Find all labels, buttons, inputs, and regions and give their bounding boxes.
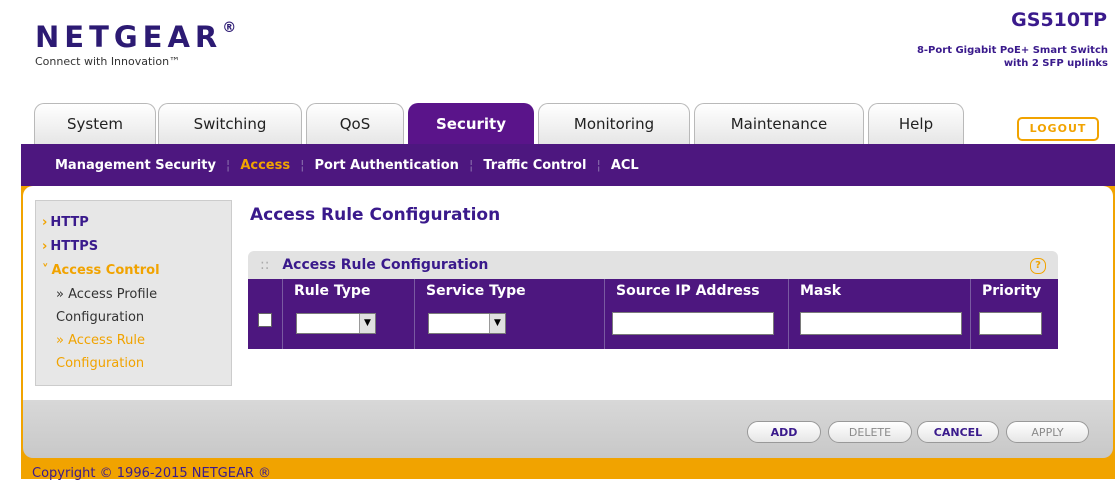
subnav-management-security[interactable]: Management Security bbox=[55, 158, 216, 173]
menu-item-http[interactable]: › HTTP bbox=[42, 211, 231, 235]
cancel-button[interactable]: CANCEL bbox=[917, 421, 999, 443]
subnav-separator: ¦ bbox=[596, 157, 601, 173]
access-rule-panel: :: Access Rule Configuration ? Rule Type… bbox=[248, 251, 1058, 349]
netgear-logo: NETGEAR® bbox=[35, 20, 242, 54]
dropdown-arrow-icon: ▼ bbox=[489, 314, 505, 333]
apply-button[interactable]: APPLY bbox=[1006, 421, 1089, 443]
logout-button[interactable]: LOGOUT bbox=[1017, 117, 1099, 141]
subnav-traffic-control[interactable]: Traffic Control bbox=[483, 158, 586, 173]
table-row: ▼ ▼ bbox=[248, 303, 1058, 349]
tab-help[interactable]: Help bbox=[868, 103, 964, 144]
help-icon[interactable]: ? bbox=[1030, 258, 1046, 274]
tagline: Connect with Innovation™ bbox=[35, 55, 181, 68]
menu-subitem-access-rule-configuration[interactable]: » Access Rule Configuration bbox=[42, 329, 231, 375]
mask-input[interactable] bbox=[800, 312, 962, 335]
column-rule-type: Rule Type bbox=[294, 283, 371, 299]
tab-system[interactable]: System bbox=[34, 103, 156, 144]
subnav-port-authentication[interactable]: Port Authentication bbox=[314, 158, 458, 173]
security-subnav: Management Security ¦ Access ¦ Port Auth… bbox=[21, 144, 1115, 186]
content-area: › HTTP › HTTPS ˅ Access Control » Access Pr… bbox=[23, 186, 1113, 400]
subnav-access[interactable]: Access bbox=[240, 158, 290, 173]
subnav-separator: ¦ bbox=[225, 157, 231, 173]
column-source-ip-address: Source IP Address bbox=[616, 283, 760, 299]
column-priority: Priority bbox=[982, 283, 1042, 299]
left-edge bbox=[0, 0, 21, 479]
dropdown-arrow-icon: ▼ bbox=[359, 314, 375, 333]
service-type-select[interactable]: ▼ bbox=[428, 313, 506, 334]
tab-qos[interactable]: QoS bbox=[306, 103, 404, 144]
drag-handle-icon: :: bbox=[260, 257, 270, 273]
rule-type-select[interactable]: ▼ bbox=[296, 313, 376, 334]
page-title: Access Rule Configuration bbox=[250, 205, 501, 225]
tab-security[interactable]: Security bbox=[408, 103, 534, 144]
tab-monitoring[interactable]: Monitoring bbox=[538, 103, 690, 144]
device-description: 8-Port Gigabit PoE+ Smart Switch with 2 … bbox=[916, 45, 1108, 69]
panel-header: :: Access Rule Configuration ? bbox=[248, 251, 1058, 279]
tab-switching[interactable]: Switching bbox=[158, 103, 302, 144]
source-ip-input[interactable] bbox=[612, 312, 774, 335]
device-model: GS510TP bbox=[1011, 9, 1107, 31]
subnav-separator: ¦ bbox=[468, 157, 474, 173]
tab-maintenance[interactable]: Maintenance bbox=[694, 103, 864, 144]
subnav-acl[interactable]: ACL bbox=[611, 158, 639, 173]
header: NETGEAR® Connect with Innovation™ GS510T… bbox=[21, 0, 1115, 144]
delete-button[interactable]: DELETE bbox=[828, 421, 912, 443]
access-rule-table: Rule Type Service Type Source IP Address… bbox=[248, 279, 1058, 349]
chevron-right-icon: › bbox=[42, 215, 48, 230]
row-select-checkbox[interactable] bbox=[258, 313, 272, 327]
menu-item-access-control[interactable]: ˅ Access Control bbox=[42, 259, 231, 283]
panel-title: Access Rule Configuration bbox=[282, 257, 489, 273]
left-menu: › HTTP › HTTPS ˅ Access Control » Access Pr… bbox=[35, 200, 232, 386]
column-service-type: Service Type bbox=[426, 283, 526, 299]
add-button[interactable]: ADD bbox=[747, 421, 821, 443]
subnav-separator: ¦ bbox=[300, 157, 305, 173]
page-frame: NETGEAR® Connect with Innovation™ GS510T… bbox=[21, 0, 1115, 481]
menu-subitem-access-profile-configuration[interactable]: » Access Profile Configuration bbox=[42, 283, 231, 329]
chevron-down-icon: ˅ bbox=[42, 263, 49, 278]
column-mask: Mask bbox=[800, 283, 842, 299]
menu-item-https[interactable]: › HTTPS bbox=[42, 235, 231, 259]
priority-input[interactable] bbox=[979, 312, 1042, 335]
chevron-right-icon: › bbox=[42, 239, 48, 254]
